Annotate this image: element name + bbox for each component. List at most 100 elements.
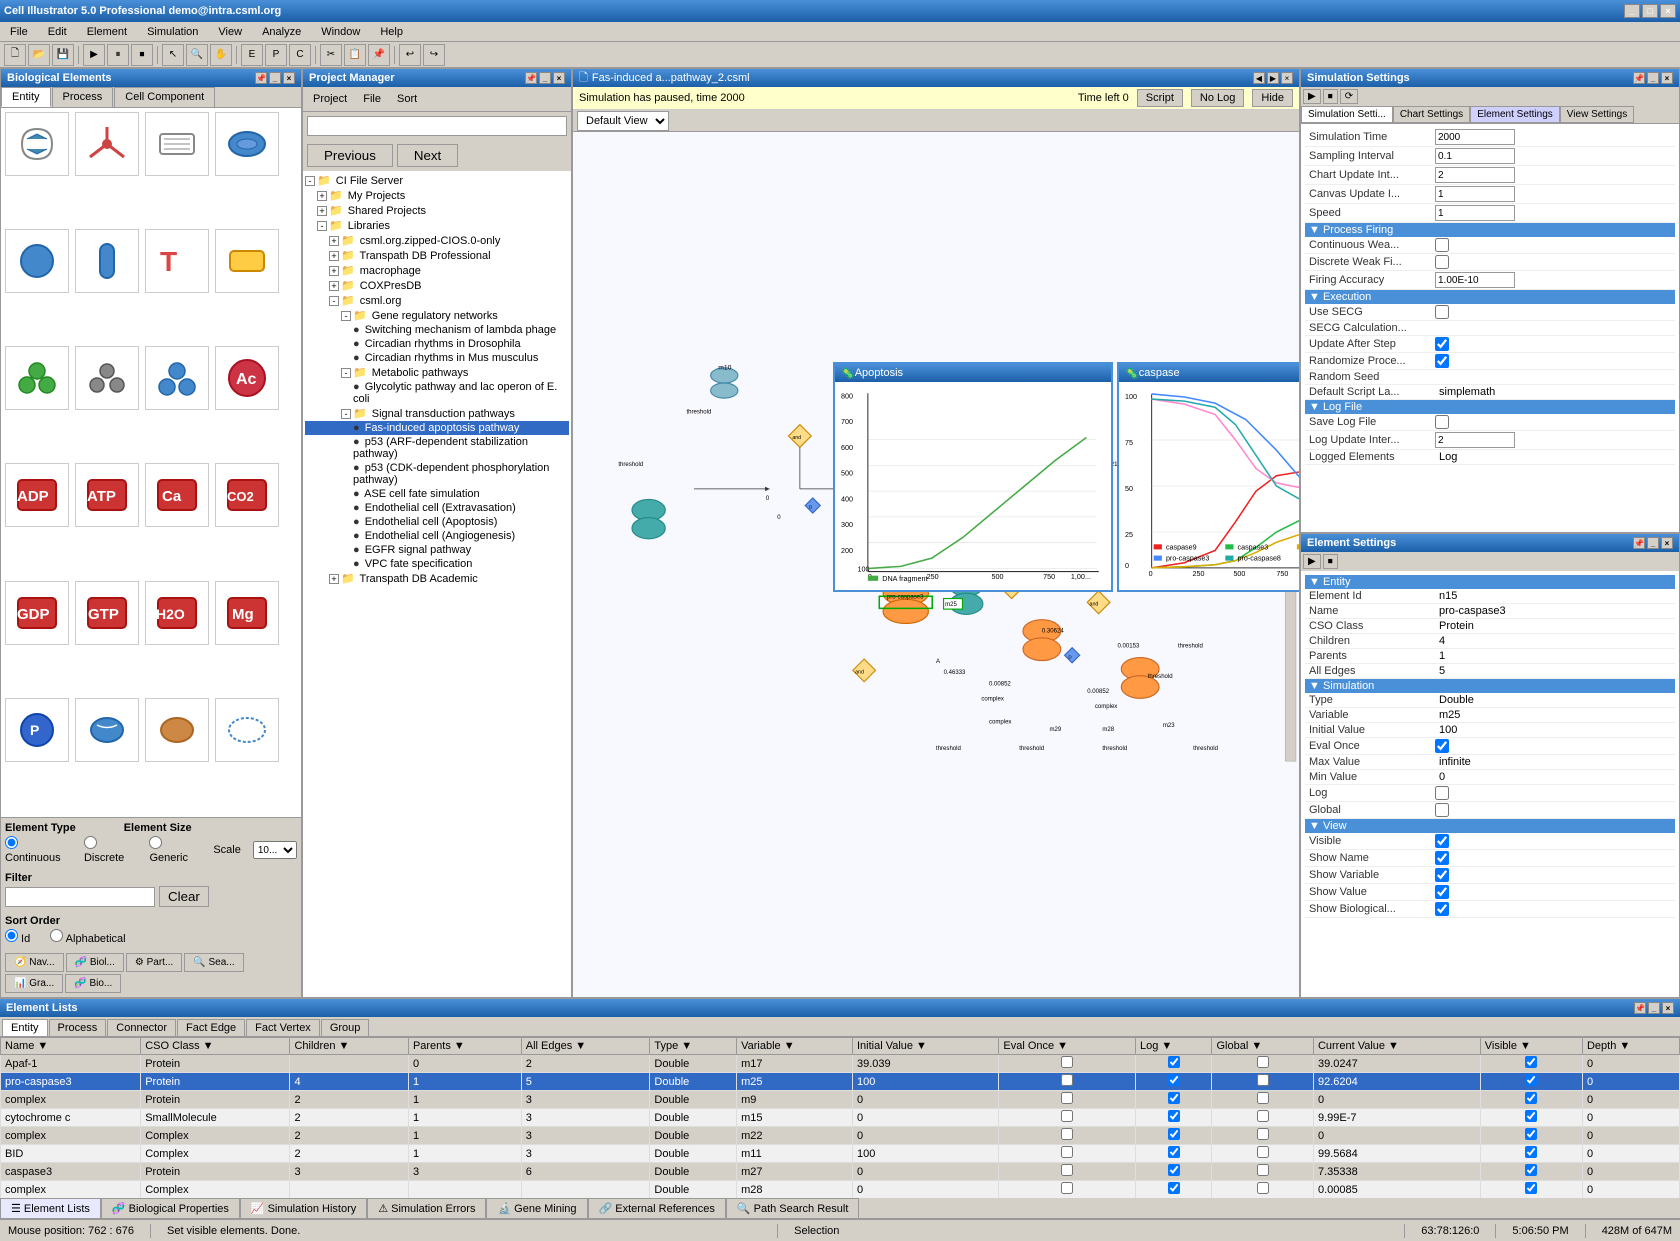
tab-elem-settings[interactable]: Element Settings [1470, 106, 1560, 123]
toolbar-new[interactable]: 🗋 [4, 44, 26, 66]
sim-min[interactable]: _ [1647, 72, 1659, 84]
col-curval[interactable]: Current Value ▼ [1313, 1038, 1480, 1055]
sampling-input[interactable] [1435, 148, 1515, 164]
close-btn[interactable]: × [1660, 4, 1676, 18]
tree-search-input[interactable] [307, 116, 567, 136]
minimize-btn[interactable]: _ [1624, 4, 1640, 18]
tree-macrophage[interactable]: +📁 macrophage [305, 263, 569, 278]
part-btn[interactable]: ⚙ Part... [126, 953, 182, 972]
elem-toolbar-btn1[interactable]: ▶ [1303, 554, 1321, 569]
bio-elem-3[interactable] [145, 112, 209, 176]
filter-input[interactable] [5, 887, 155, 907]
maximize-btn[interactable]: □ [1642, 4, 1658, 18]
scale-select[interactable]: 10... [253, 841, 297, 859]
bio-elem-13[interactable]: ADP [5, 463, 69, 527]
table-row[interactable]: Apaf-1 Protein 0 2 Double m17 39.039 39.… [1, 1055, 1680, 1073]
tree-droso[interactable]: ● Circadian rhythms in Drosophila [305, 337, 569, 351]
bio-elem-21[interactable]: P [5, 698, 69, 762]
elem-close[interactable]: × [1661, 537, 1673, 549]
tab-view-settings[interactable]: View Settings [1560, 106, 1634, 123]
bio-elem-7[interactable]: T [145, 229, 209, 293]
toolbar-entity[interactable]: E [241, 44, 263, 66]
menu-analyze[interactable]: Analyze [256, 24, 307, 40]
gra-btn[interactable]: 📊 Gra... [5, 974, 63, 993]
show-bio-check[interactable] [1435, 902, 1449, 916]
col-log[interactable]: Log ▼ [1135, 1038, 1212, 1055]
chart-update-input[interactable] [1435, 167, 1515, 183]
tab-chart-settings[interactable]: Chart Settings [1393, 106, 1470, 123]
toolbar-connector[interactable]: C [289, 44, 311, 66]
table-row[interactable]: complex Complex Double m28 0 0.00085 0 [1, 1181, 1680, 1199]
toolbar-run[interactable]: ▶ [83, 44, 105, 66]
table-row[interactable]: pro-caspase3 Protein 4 1 5 Double m25 10… [1, 1073, 1680, 1091]
firing-acc-input[interactable] [1435, 272, 1515, 288]
canvas-close[interactable]: × [1281, 72, 1293, 84]
bio-elem-4[interactable] [215, 112, 279, 176]
el-tab-connector[interactable]: Connector [107, 1019, 176, 1036]
tree-ci-file-server[interactable]: -📁 CI File Server [305, 173, 569, 188]
update-after-check[interactable] [1435, 337, 1449, 351]
col-alledges[interactable]: All Edges ▼ [521, 1038, 650, 1055]
tab-sim-settings[interactable]: Simulation Setti... [1301, 106, 1393, 123]
canvas-update-input[interactable] [1435, 186, 1515, 202]
bio-elem-23[interactable] [145, 698, 209, 762]
toolbar-paste[interactable]: 📌 [368, 44, 390, 66]
continuous-weak-check[interactable] [1435, 238, 1449, 252]
menu-view[interactable]: View [212, 24, 248, 40]
clear-filter-btn[interactable]: Clear [159, 886, 209, 907]
menu-file[interactable]: File [4, 24, 34, 40]
view-dropdown[interactable]: Default View [577, 111, 669, 131]
no-log-btn[interactable]: No Log [1191, 89, 1244, 107]
tree-fas-apoptosis[interactable]: ● Fas-induced apoptosis pathway [305, 421, 569, 435]
table-row[interactable]: cytochrome c SmallMolecule 2 1 3 Double … [1, 1109, 1680, 1127]
bio-elem-12[interactable]: Ac [215, 346, 279, 410]
tab-sim-errors[interactable]: ⚠ Simulation Errors [367, 1198, 486, 1218]
log-file-header[interactable]: ▼ Log File [1305, 400, 1675, 414]
tree-signal[interactable]: -📁 Signal transduction pathways [305, 406, 569, 421]
elem-toolbar-btn2[interactable]: ⏹ [1323, 554, 1338, 569]
project-pin[interactable]: 📌 [525, 72, 537, 84]
script-btn[interactable]: Script [1137, 89, 1183, 107]
tree-ase[interactable]: ● ASE cell fate simulation [305, 487, 569, 501]
tree-vpc[interactable]: ● VPC fate specification [305, 557, 569, 571]
canvas-nav-prev[interactable]: ◀ [1253, 72, 1265, 84]
nav-btn[interactable]: 🧭 Nav... [5, 953, 64, 972]
log-update-input[interactable] [1435, 432, 1515, 448]
tab-ext-refs[interactable]: 🔗 External References [588, 1198, 726, 1218]
bio-elem-10[interactable] [75, 346, 139, 410]
sim-time-input[interactable] [1435, 129, 1515, 145]
tree-shared-projects[interactable]: +📁 Shared Projects [305, 203, 569, 218]
tree-libraries[interactable]: -📁 Libraries [305, 218, 569, 233]
bio-elem-5[interactable] [5, 229, 69, 293]
randomize-check[interactable] [1435, 354, 1449, 368]
tree-mus[interactable]: ● Circadian rhythms in Mus musculus [305, 351, 569, 365]
el-tab-group[interactable]: Group [321, 1019, 370, 1036]
bio-elem-11[interactable] [145, 346, 209, 410]
caspase-chart[interactable]: 🦠 caspase × 100 75 50 25 0 0 250 [1117, 362, 1299, 592]
project-close[interactable]: × [553, 72, 565, 84]
col-type[interactable]: Type ▼ [650, 1038, 737, 1055]
col-visible[interactable]: Visible ▼ [1480, 1038, 1582, 1055]
bio-elem-18[interactable]: GTP [75, 581, 139, 645]
menu-edit[interactable]: Edit [42, 24, 73, 40]
toolbar-redo[interactable]: ↪ [423, 44, 445, 66]
use-secg-check[interactable] [1435, 305, 1449, 319]
el-tab-fact-edge[interactable]: Fact Edge [177, 1019, 245, 1036]
global-check[interactable] [1435, 803, 1449, 817]
visible-check[interactable] [1435, 834, 1449, 848]
canvas-nav-next[interactable]: ▶ [1267, 72, 1279, 84]
project-menu-sort[interactable]: Sort [391, 91, 423, 107]
radio-continuous[interactable]: Continuous [5, 836, 68, 864]
tree-coxpresdb[interactable]: +📁 COXPresDB [305, 278, 569, 293]
tree-transpath-pro[interactable]: +📁 Transpath DB Professional [305, 248, 569, 263]
tree-my-projects[interactable]: +📁 My Projects [305, 188, 569, 203]
bio-elem-17[interactable]: GDP [5, 581, 69, 645]
speed-input[interactable] [1435, 205, 1515, 221]
project-menu-project[interactable]: Project [307, 91, 353, 107]
process-firing-header[interactable]: ▼ Process Firing [1305, 223, 1675, 237]
bio-panel-pin[interactable]: 📌 [255, 72, 267, 84]
toolbar-cut[interactable]: ✂ [320, 44, 342, 66]
tree-endothelial-ext[interactable]: ● Endothelial cell (Extravasation) [305, 501, 569, 515]
col-global[interactable]: Global ▼ [1212, 1038, 1313, 1055]
bio2-btn[interactable]: 🧬 Bio... [65, 974, 121, 993]
